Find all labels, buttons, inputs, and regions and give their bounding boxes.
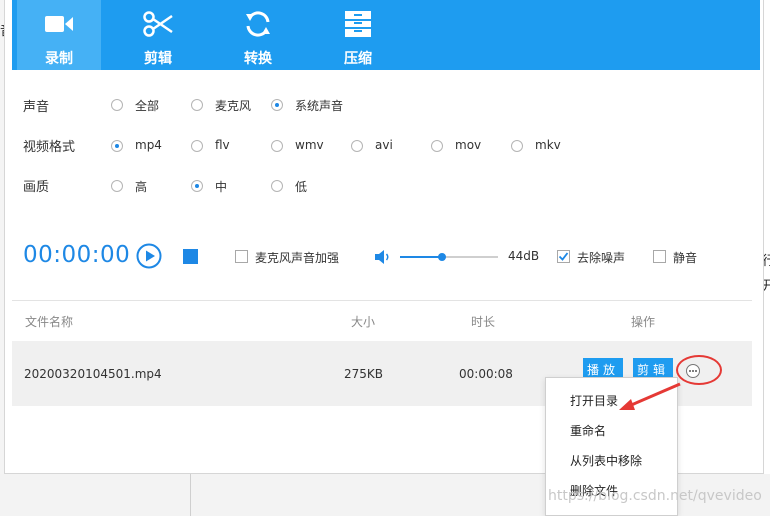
radio-circle [111,99,123,111]
tab-convert[interactable]: 转换 [216,0,300,70]
annotation-arrow-icon [619,382,681,410]
tab-edit[interactable]: 剪辑 [116,0,200,70]
more-options-icon[interactable] [686,364,700,378]
checkbox-box [653,250,666,263]
menu-item-rename[interactable]: 重命名 [546,418,677,444]
scissors-icon [143,11,173,37]
checkbox-box [235,250,248,263]
radio-circle-selected [111,140,123,152]
radio-label: mov [455,138,482,152]
volume-icon[interactable] [374,248,392,266]
checkmark-icon [558,252,569,261]
volume-level-label: 44dB [508,249,540,263]
tab-compress[interactable]: 压缩 [316,0,400,70]
file-size-cell: 275KB [344,367,384,381]
radio-label: 系统声音 [295,99,344,113]
record-timer: 00:00:00 [23,242,131,268]
radio-circle [271,140,283,152]
volume-slider-fill [400,256,443,258]
checkbox-label: 去除噪声 [577,251,626,265]
column-header-name: 文件名称 [25,315,74,329]
tab-convert-label: 转换 [244,51,272,67]
watermark: https://blog.csdn.net/qvevideo [548,488,762,504]
radio-circle [271,180,283,192]
radio-circle [191,140,203,152]
background-divider [190,474,191,516]
checkbox-label: 麦克风声音加强 [255,251,340,265]
tab-record-label: 录制 [45,51,73,67]
video-camera-icon [45,16,73,32]
stop-icon[interactable] [183,249,198,264]
menu-item-remove-from-list[interactable]: 从列表中移除 [546,448,677,474]
radio-label: 中 [215,180,228,194]
radio-circle-selected [191,180,203,192]
radio-label: 麦克风 [215,99,252,113]
radio-label: 高 [135,180,148,194]
radio-label: 低 [295,180,308,194]
tab-edit-label: 剪辑 [144,51,172,67]
checkbox-label: 静音 [673,251,698,265]
radio-label: flv [215,138,230,152]
radio-circle [111,180,123,192]
radio-circle [511,140,523,152]
section-divider [12,300,752,301]
radio-circle [191,99,203,111]
column-header-size: 大小 [351,315,376,329]
checkbox-box-checked [557,250,570,263]
quality-label: 画质 [23,180,50,195]
format-label: 视频格式 [23,140,76,155]
radio-circle [431,140,443,152]
radio-label: mp4 [135,138,162,152]
main-toolbar: 录制 剪辑 转换 压缩 [12,0,760,70]
radio-label: 全部 [135,99,160,113]
column-header-duration: 时长 [471,315,496,329]
play-icon[interactable] [136,243,162,269]
file-duration-cell: 00:00:08 [459,367,513,381]
radio-label: mkv [535,138,561,152]
tab-compress-label: 压缩 [344,51,372,67]
radio-label: wmv [295,138,324,152]
refresh-icon [246,11,270,37]
audio-label: 声音 [23,100,50,115]
column-header-actions: 操作 [631,315,656,329]
volume-slider[interactable] [400,253,498,261]
radio-circle [351,140,363,152]
radio-circle-selected [271,99,283,111]
archive-icon [345,11,371,37]
radio-label: avi [375,138,393,152]
tab-record[interactable]: 录制 [17,0,101,70]
file-name-cell: 20200320104501.mp4 [24,367,162,381]
